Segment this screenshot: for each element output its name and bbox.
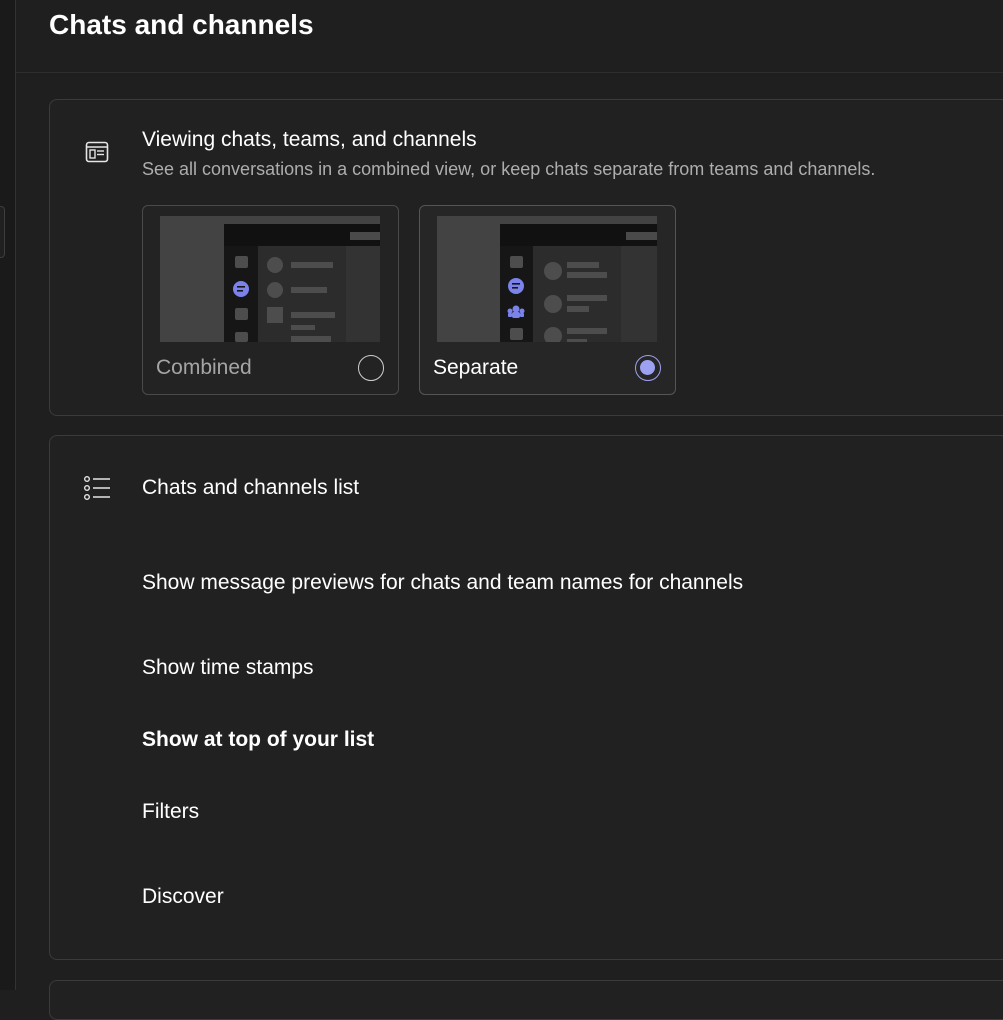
combined-preview-image — [160, 216, 380, 342]
list-section-title: Chats and channels list — [142, 476, 360, 499]
show-at-top-heading: Show at top of your list — [142, 728, 375, 751]
message-previews-setting[interactable]: Show message previews for chats and team… — [142, 571, 743, 595]
option-separate-label: Separate — [433, 356, 519, 379]
next-settings-card — [49, 980, 1003, 1020]
viewing-section-description: See all conversations in a combined view… — [142, 159, 876, 179]
combined-radio[interactable] — [358, 355, 384, 381]
page-title: Chats and channels — [49, 9, 314, 40]
list-settings-card: Chats and channels list Show message pre… — [49, 435, 1003, 960]
list-icon — [84, 476, 110, 501]
option-separate[interactable]: Separate — [419, 205, 676, 395]
layout-icon — [85, 141, 109, 163]
left-rail — [0, 0, 16, 990]
option-combined[interactable]: Combined — [142, 205, 399, 395]
option-combined-label: Combined — [156, 356, 252, 379]
filters-setting[interactable]: Filters — [142, 800, 199, 824]
time-stamps-setting[interactable]: Show time stamps — [142, 656, 314, 680]
viewing-settings-card: Viewing chats, teams, and channels See a… — [49, 99, 1003, 416]
rail-resize-handle[interactable] — [0, 206, 5, 258]
separate-radio[interactable] — [635, 355, 661, 381]
discover-setting[interactable]: Discover — [142, 885, 224, 909]
page-header: Chats and channels — [16, 0, 1003, 73]
radio-selected-dot — [640, 360, 655, 375]
separate-preview-image — [437, 216, 657, 342]
viewing-section-title: Viewing chats, teams, and channels — [142, 128, 477, 151]
